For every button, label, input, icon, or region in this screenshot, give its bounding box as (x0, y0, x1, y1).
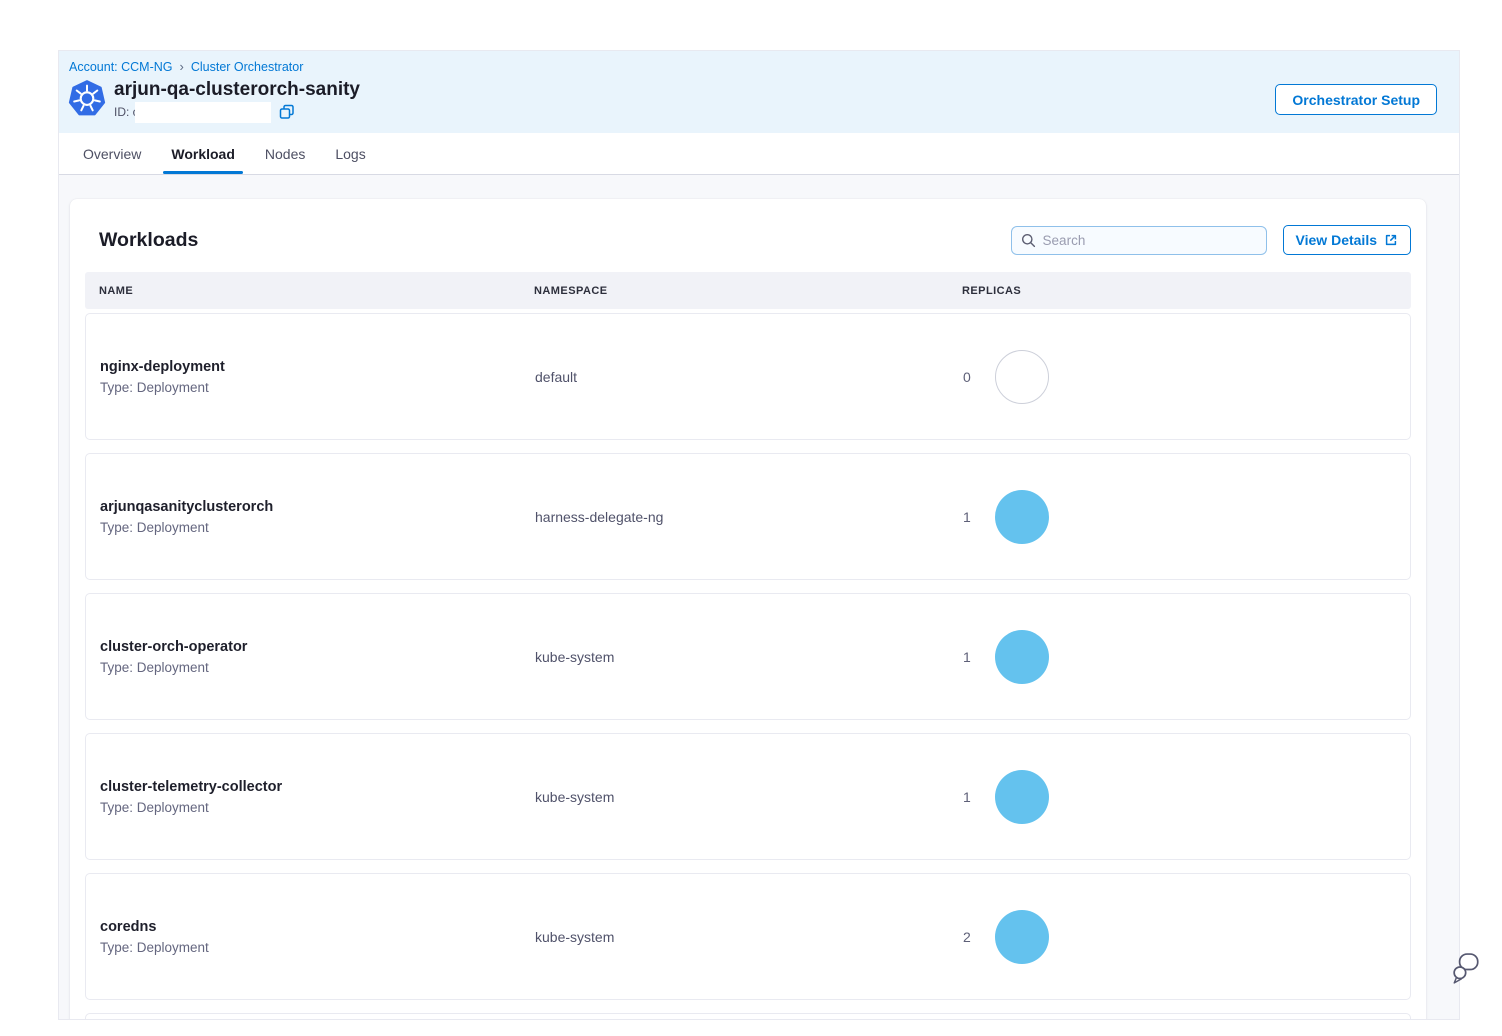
table-row[interactable]: cluster-orch-operator Type: Deployment k… (85, 593, 1411, 720)
page-header: Account: CCM-NG › Cluster Orchestrator (59, 51, 1459, 133)
workload-name: nginx-deployment (100, 359, 535, 375)
content-area: Workloads View Details (59, 175, 1459, 1020)
tab-nodes[interactable]: Nodes (265, 133, 305, 174)
table-row[interactable]: nginx-deployment Type: Deployment defaul… (85, 313, 1411, 440)
tab-workload[interactable]: Workload (171, 133, 235, 174)
replica-count: 1 (963, 509, 971, 525)
workload-namespace: kube-system (535, 929, 963, 945)
tab-bar: Overview Workload Nodes Logs (59, 133, 1459, 175)
workload-replicas-cell: 0 (963, 350, 1410, 404)
column-header-namespace: NAMESPACE (534, 285, 962, 297)
page-title: arjun-qa-clusterorch-sanity (114, 79, 360, 101)
replica-indicator (995, 350, 1049, 404)
workload-name-cell: cluster-telemetry-collector Type: Deploy… (100, 779, 535, 815)
search-icon (1021, 233, 1036, 248)
workload-name-cell: coredns Type: Deployment (100, 919, 535, 955)
tab-logs[interactable]: Logs (335, 133, 365, 174)
workloads-title: Workloads (99, 229, 198, 252)
replica-indicator (995, 770, 1049, 824)
cluster-orchestrator-page: Account: CCM-NG › Cluster Orchestrator (58, 50, 1460, 1020)
chat-bubbles-icon[interactable] (1450, 950, 1482, 988)
replica-count: 0 (963, 369, 971, 385)
workload-namespace: harness-delegate-ng (535, 509, 963, 525)
orchestrator-setup-label: Orchestrator Setup (1292, 92, 1420, 108)
workload-replicas-cell: 1 (963, 770, 1410, 824)
view-details-label: View Details (1296, 232, 1377, 248)
replica-indicator (995, 630, 1049, 684)
column-header-replicas: REPLICAS (962, 285, 1411, 297)
column-header-name: NAME (99, 285, 534, 297)
external-link-icon (1384, 233, 1398, 247)
workload-name: cluster-orch-operator (100, 639, 535, 655)
workload-table-body: nginx-deployment Type: Deployment defaul… (85, 313, 1411, 1020)
search-input[interactable] (1043, 233, 1257, 248)
table-row[interactable]: cluster-telemetry-collector Type: Deploy… (85, 733, 1411, 860)
kubernetes-icon (68, 80, 106, 118)
cluster-id-redacted (135, 102, 271, 123)
table-row[interactable]: coredns Type: Deployment kube-system 2 (85, 873, 1411, 1000)
workload-name: coredns (100, 919, 535, 935)
workload-type: Type: Deployment (100, 940, 535, 955)
replica-indicator (995, 490, 1049, 544)
chevron-right-icon: › (180, 59, 184, 74)
replica-indicator (995, 910, 1049, 964)
workload-name-cell: cluster-orch-operator Type: Deployment (100, 639, 535, 675)
workload-type: Type: Deployment (100, 800, 535, 815)
workload-name-cell: nginx-deployment Type: Deployment (100, 359, 535, 395)
view-details-button[interactable]: View Details (1283, 225, 1411, 255)
tab-overview[interactable]: Overview (83, 133, 141, 174)
workload-type: Type: Deployment (100, 520, 535, 535)
replica-count: 1 (963, 649, 971, 665)
workload-name: arjunqasanityclusterorch (100, 499, 535, 515)
orchestrator-setup-button[interactable]: Orchestrator Setup (1275, 84, 1437, 115)
workload-type: Type: Deployment (100, 660, 535, 675)
workload-namespace: kube-system (535, 649, 963, 665)
workloads-panel: Workloads View Details (70, 199, 1426, 1020)
workload-replicas-cell: 1 (963, 490, 1410, 544)
workload-name: cluster-telemetry-collector (100, 779, 535, 795)
search-box[interactable] (1011, 226, 1267, 255)
breadcrumb: Account: CCM-NG › Cluster Orchestrator (68, 60, 1439, 74)
workload-replicas-cell: 2 (963, 910, 1410, 964)
workload-namespace: kube-system (535, 789, 963, 805)
replica-count: 1 (963, 789, 971, 805)
workload-replicas-cell: 1 (963, 630, 1410, 684)
table-row-partial[interactable] (85, 1013, 1411, 1020)
table-row[interactable]: arjunqasanityclusterorch Type: Deploymen… (85, 453, 1411, 580)
table-header: NAME NAMESPACE REPLICAS (85, 272, 1411, 309)
copy-icon[interactable] (279, 104, 295, 120)
replica-count: 2 (963, 929, 971, 945)
workload-name-cell: arjunqasanityclusterorch Type: Deploymen… (100, 499, 535, 535)
breadcrumb-account-link[interactable]: Account: CCM-NG (69, 60, 173, 74)
workload-type: Type: Deployment (100, 380, 535, 395)
workload-namespace: default (535, 369, 963, 385)
breadcrumb-section-link[interactable]: Cluster Orchestrator (191, 60, 304, 74)
